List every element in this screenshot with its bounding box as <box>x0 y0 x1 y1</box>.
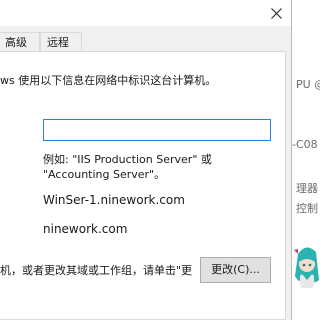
system-properties-dialog: 高级 远程 ws 使用以下信息在网络中标识这台计算机。 例如: "IIS Pro… <box>0 0 292 320</box>
background-text-code: -C08 <box>292 138 318 151</box>
background-text-cpu: PU @ <box>296 78 320 91</box>
background-text-control: 控制 <box>296 202 318 215</box>
intro-text: ws 使用以下信息在网络中标识这台计算机。 <box>0 74 217 87</box>
change-instruction-text: 机，或者更改其域或工作组，请单击"更 <box>0 264 193 277</box>
background-text-processor: 理器 <box>296 182 318 195</box>
close-icon <box>270 7 282 19</box>
full-computer-name-value: WinSer-1.ninework.com <box>43 193 185 207</box>
close-button[interactable] <box>261 0 291 26</box>
change-button[interactable]: 更改(C)... <box>200 257 271 283</box>
workgroup-domain-value: ninework.com <box>43 222 128 236</box>
computer-description-input[interactable] <box>43 119 271 141</box>
mascot-character-icon <box>294 247 319 288</box>
tab-remote[interactable]: 远程 <box>40 32 82 52</box>
tab-advanced[interactable]: 高级 <box>0 32 40 52</box>
description-example: 例如: "IIS Production Server" 或 "Accountin… <box>43 153 212 181</box>
title-bar <box>0 0 291 26</box>
